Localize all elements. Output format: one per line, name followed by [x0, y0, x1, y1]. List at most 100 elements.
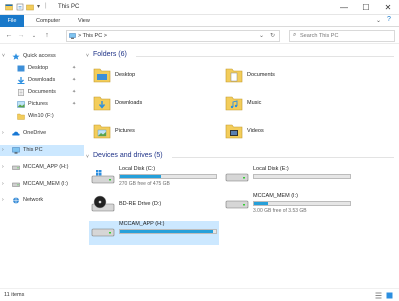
folder-label: Downloads [115, 100, 143, 106]
drive-usage-bar [119, 229, 217, 234]
computer-icon [69, 33, 76, 39]
customize-toolbar-chevron-icon[interactable]: ▾ [37, 3, 40, 10]
expand-arrow-icon: › [2, 147, 4, 153]
folders-divider [136, 56, 394, 57]
help-icon[interactable]: ? [387, 16, 391, 23]
drive-usage-bar [253, 201, 351, 206]
expand-arrow-icon: › [2, 164, 4, 170]
sidebar-item-label: MCCAM_APP (H:) [23, 164, 69, 170]
sidebar-item-win10[interactable]: Win10 (F:) [0, 111, 84, 122]
folder-documents[interactable]: Documents [225, 64, 355, 90]
close-icon: ✕ [384, 3, 392, 12]
download-icon [17, 77, 25, 84]
address-dropdown-icon[interactable]: ⌄ [259, 32, 264, 39]
properties-icon[interactable] [16, 3, 24, 11]
search-input[interactable]: ⌕ Search This PC [289, 30, 395, 42]
recent-locations-chevron-icon[interactable]: ⌄ [29, 31, 39, 41]
sidebar-item-mccam-app[interactable]: › MCCAM_APP (H:) [0, 162, 84, 173]
drive-mccam-mem[interactable]: MCCAM_MEM (I:) 3.00 GB free of 3.53 GB [223, 193, 353, 217]
expand-ribbon-chevron-icon[interactable]: ⌄ [376, 17, 381, 24]
downloads-folder-icon [93, 96, 111, 111]
collapse-drives-chevron-icon[interactable]: ˅ [86, 154, 89, 160]
window-title: This PC [58, 4, 80, 10]
up-arrow-icon[interactable]: ↑ [42, 31, 52, 41]
drive-usage-fill [254, 202, 269, 205]
search-icon: ⌕ [293, 32, 297, 38]
large-icons-view-icon[interactable] [386, 292, 393, 299]
drive-usage-fill [120, 175, 162, 178]
drive-mccam-app[interactable]: MCCAM_APP (H:) [89, 221, 219, 245]
new-folder-icon[interactable] [26, 3, 34, 11]
folder-label: Pictures [115, 128, 135, 134]
pin-icon: ✦ [72, 65, 77, 71]
computer-icon [12, 147, 20, 154]
tab-file[interactable]: File [0, 15, 24, 27]
sidebar-item-pictures[interactable]: Pictures ✦ [0, 99, 84, 110]
search-placeholder: Search This PC [300, 33, 339, 39]
collapse-folders-chevron-icon[interactable]: ˅ [86, 53, 89, 59]
sidebar-item-label: Network [23, 197, 44, 203]
title-bar: ▾ | This PC — ☐ ✕ [0, 0, 399, 15]
sidebar-item-label: Documents [28, 89, 56, 95]
sidebar-item-label: OneDrive [23, 130, 47, 136]
sidebar-item-this-pc[interactable]: › This PC [0, 145, 84, 156]
sidebar-item-onedrive[interactable]: › OneDrive [0, 128, 84, 139]
drive-label: MCCAM_MEM (I:) [253, 193, 298, 199]
pictures-icon [17, 101, 25, 108]
usb-drive-icon [225, 200, 249, 209]
optical-drive-icon [91, 195, 115, 212]
expand-arrow-icon: › [2, 130, 4, 136]
drive-label: Local Disk (E:) [253, 166, 289, 172]
pin-icon: ✦ [72, 77, 77, 83]
sidebar-item-downloads[interactable]: Downloads ✦ [0, 75, 84, 86]
sidebar-item-label: This PC [23, 147, 43, 153]
drive-icon [12, 182, 20, 187]
drive-usage-bar [253, 174, 351, 179]
sidebar-item-network[interactable]: › Network [0, 195, 84, 206]
maximize-button[interactable]: ☐ [355, 0, 377, 15]
drive-bd-re[interactable]: BD-RE Drive (D:) [89, 193, 219, 217]
sidebar-item-mccam-mem[interactable]: › MCCAM_MEM (I:) [0, 179, 84, 190]
back-arrow-icon[interactable]: ← [4, 31, 14, 41]
drive-usage-fill [120, 230, 214, 233]
drive-usage-bar [119, 174, 217, 179]
tab-view[interactable]: View [72, 15, 96, 27]
folder-label: Documents [247, 72, 275, 78]
drives-group-header[interactable]: Devices and drives (5) [93, 152, 163, 159]
folder-music[interactable]: Music [225, 92, 355, 118]
sidebar-item-documents[interactable]: Documents ✦ [0, 87, 84, 98]
folder-downloads[interactable]: Downloads [93, 92, 223, 118]
drive-local-c[interactable]: Local Disk (C:) 270 GB free of 475 GB [89, 166, 219, 190]
tab-computer[interactable]: Computer [30, 15, 66, 27]
sidebar-item-label: Quick access [23, 53, 56, 59]
pictures-folder-icon [93, 124, 111, 139]
sidebar-item-desktop[interactable]: Desktop ✦ [0, 63, 84, 74]
maximize-icon: ☐ [362, 3, 370, 12]
sidebar-item-label: Pictures [28, 101, 48, 107]
ribbon-tabs: File Computer View ⌄ ? [0, 15, 399, 27]
address-bar[interactable]: > This PC > ⌄ ↻ [66, 30, 280, 42]
minimize-button[interactable]: — [333, 0, 355, 15]
forward-arrow-icon[interactable]: → [16, 31, 26, 41]
drive-label: BD-RE Drive (D:) [119, 201, 162, 207]
close-button[interactable]: ✕ [377, 0, 399, 15]
refresh-icon[interactable]: ↻ [270, 32, 275, 39]
expand-arrow-icon: › [2, 181, 4, 187]
hard-drive-icon [225, 173, 249, 182]
sidebar-item-quick-access[interactable]: ˅ Quick access [0, 51, 84, 62]
drive-icon [12, 165, 20, 170]
folder-desktop[interactable]: Desktop [93, 64, 223, 90]
folder-videos[interactable]: Videos [225, 120, 355, 146]
details-view-icon[interactable] [375, 292, 382, 299]
pin-icon: ✦ [72, 89, 77, 95]
onedrive-icon [12, 131, 20, 136]
title-separator: | [45, 3, 47, 9]
folder-pictures[interactable]: Pictures [93, 120, 223, 146]
folders-group-header[interactable]: Folders (6) [93, 51, 127, 58]
navigation-pane: ˅ Quick access Desktop ✦ Downloads ✦ Doc… [0, 45, 84, 288]
drive-label: Local Disk (C:) [119, 166, 156, 172]
sidebar-item-label: Win10 (F:) [28, 113, 54, 119]
drive-local-e[interactable]: Local Disk (E:) [223, 166, 353, 190]
star-icon [12, 53, 20, 60]
desktop-icon [17, 65, 25, 72]
